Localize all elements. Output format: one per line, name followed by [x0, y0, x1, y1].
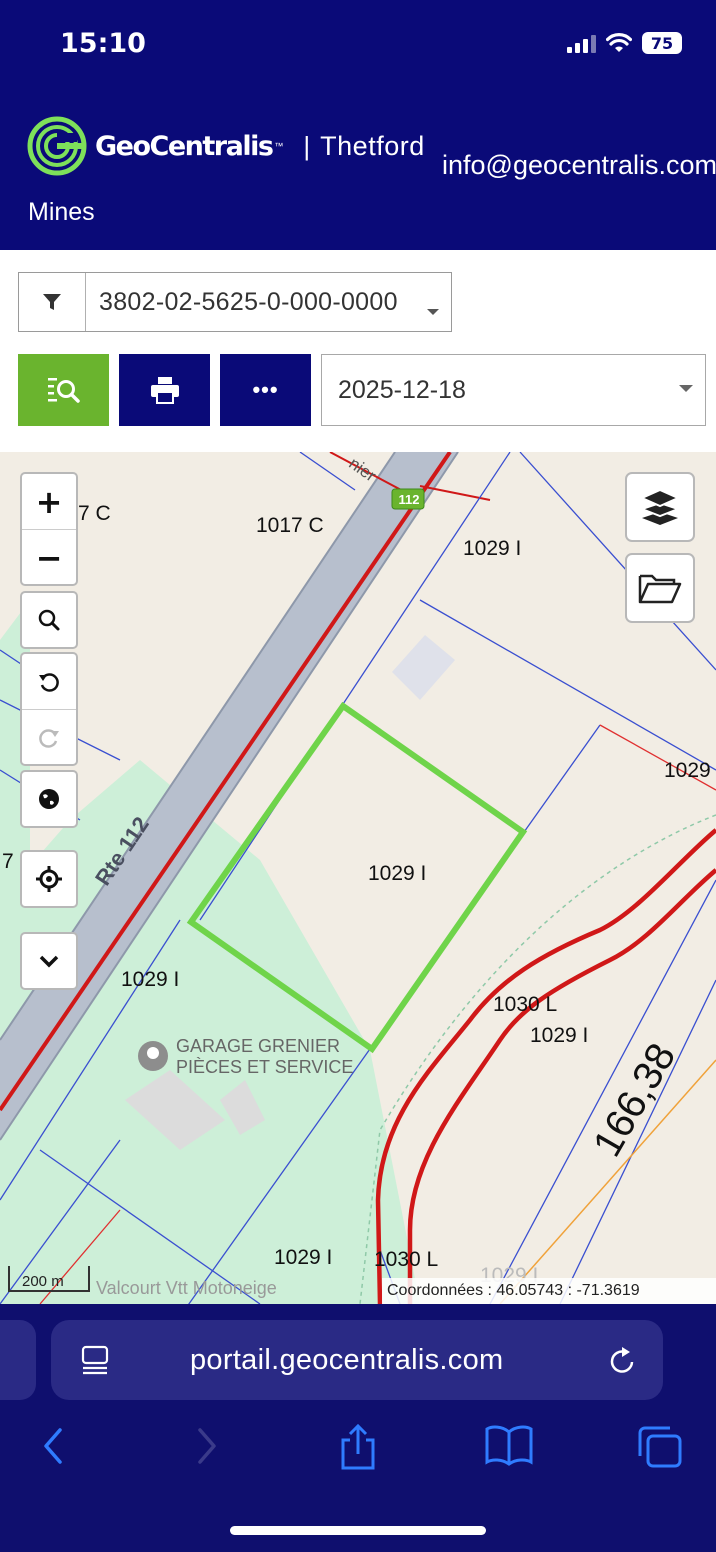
lot-label: 1029 [664, 759, 711, 782]
search-button[interactable] [20, 591, 78, 649]
globe-button[interactable] [20, 770, 78, 828]
home-indicator [230, 1526, 486, 1535]
tabs-icon[interactable] [636, 1424, 684, 1470]
app-header: 15:10 75 GeoCentralis ™ | Thetford info@g… [0, 0, 716, 250]
lot-label: 1029 I [274, 1246, 333, 1269]
search-icon [38, 609, 60, 631]
folder-open-icon [638, 574, 682, 604]
municipality-name: Thetford [320, 130, 425, 161]
lot-label: 1017 C [256, 514, 324, 537]
share-icon[interactable] [338, 1424, 378, 1472]
print-button[interactable] [119, 354, 210, 426]
status-icons: 75 [567, 32, 682, 54]
zoom-controls: + − [20, 472, 78, 586]
lot-label: 1029 I [463, 537, 522, 560]
coordinates-readout: Coordonnées : 46.05743 : -71.3619 [382, 1278, 716, 1304]
filter-icon[interactable] [19, 273, 86, 331]
layers-icon [640, 488, 680, 525]
locate-me-button[interactable] [20, 850, 78, 908]
back-icon[interactable] [38, 1424, 68, 1468]
poi-name: GARAGE GRENIER PIÈCES ET SERVICE [176, 1036, 353, 1078]
date-select[interactable]: 2025-12-18 [321, 354, 706, 426]
date-value: 2025-12-18 [338, 375, 466, 404]
cellular-signal-icon [567, 33, 596, 53]
poi-name-line1: GARAGE GRENIER [176, 1036, 341, 1056]
municipality-name-continued: Mines [28, 198, 95, 226]
printer-icon [150, 377, 179, 404]
open-folder-button[interactable] [625, 553, 695, 623]
lot-label: 7 [2, 850, 14, 873]
lot-label: 1029 I [121, 968, 180, 991]
map-canvas[interactable]: 112 nier Rte 112 7 C 1017 C 1029 I 1029 … [0, 452, 716, 1304]
previous-tab[interactable] [0, 1320, 36, 1400]
expand-tools-button[interactable] [20, 932, 78, 990]
layers-button[interactable] [625, 472, 695, 542]
reload-icon[interactable] [605, 1344, 639, 1378]
selected-lot-label: 1029 I [368, 862, 427, 885]
redo-button[interactable] [22, 710, 76, 765]
globe-icon [39, 789, 59, 809]
lot-label: 1030 L [374, 1248, 439, 1271]
matricule-filter[interactable]: 3802-02-5625-0-000-0000 [18, 272, 452, 332]
undo-icon [39, 672, 59, 692]
poi-name-line2: PIÈCES ET SERVICE [176, 1057, 354, 1077]
matricule-value: 3802-02-5625-0-000-0000 [99, 287, 398, 316]
chevron-down-icon [679, 385, 693, 392]
forward-icon[interactable] [192, 1424, 222, 1468]
page-menu-icon[interactable] [80, 1344, 112, 1376]
lot-label: 1030 L [493, 993, 558, 1016]
bookmarks-icon[interactable] [484, 1424, 534, 1466]
route-shield: 112 [398, 492, 420, 507]
chevron-down-icon [39, 955, 59, 968]
wifi-icon [606, 33, 632, 52]
status-time: 15:10 [60, 28, 146, 59]
url-text[interactable]: portail.geocentralis.com [190, 1344, 503, 1377]
scale-bar: 200 m [8, 1266, 90, 1292]
chevron-down-icon [427, 309, 439, 315]
search-list-icon [47, 378, 80, 403]
bottom-poi-label: Valcourt Vtt Motoneige [96, 1278, 277, 1298]
undo-button[interactable] [22, 654, 76, 710]
search-list-button[interactable] [18, 354, 109, 426]
more-options-button[interactable]: ••• [220, 354, 311, 426]
geocentralis-logo[interactable]: GeoCentralis ™ | Thetford [27, 116, 425, 176]
zoom-in-button[interactable]: + [22, 474, 76, 530]
lot-label: 7 C [78, 502, 111, 525]
contact-email[interactable]: info@geocentralis.com [442, 150, 716, 181]
battery-icon: 75 [642, 32, 682, 54]
brand-name: GeoCentralis [95, 130, 274, 162]
zoom-out-button[interactable]: − [22, 530, 76, 585]
crosshair-icon [36, 866, 62, 892]
lot-label: 1029 I [530, 1024, 589, 1047]
redo-icon [39, 728, 59, 748]
geocentralis-logo-icon [27, 116, 87, 176]
history-controls [20, 652, 78, 766]
